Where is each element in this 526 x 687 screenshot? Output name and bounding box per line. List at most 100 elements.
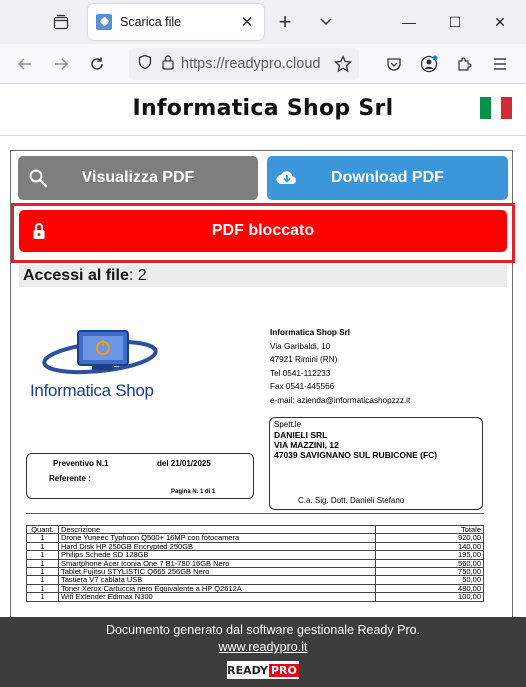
recipient-label: Spett.le: [274, 420, 302, 429]
address-bar[interactable]: https://readypro.cloud: [129, 48, 359, 80]
logo-pro-text: PRO: [268, 663, 299, 677]
footer-text: Documento generato dal software gestiona…: [105, 623, 421, 637]
table-row: 1 Philips Schede SD 128GB 195,00: [26, 550, 484, 560]
cell-description: Tablet Fujitsu STYLISTIC Q665 256GB Nero: [57, 567, 377, 577]
lock-icon[interactable]: [161, 54, 175, 75]
recipient-city: 47039 SAVIGNANO SUL RUBICONE (FC): [274, 450, 438, 460]
file-access-counter: Accessi al file: 2: [19, 265, 507, 287]
cell-total: 920,00: [375, 533, 484, 543]
cell-quantity: 1: [26, 583, 59, 594]
table-row: 1 Smartphone Acer Iconia One 7 B1-780 16G…: [26, 558, 484, 569]
document-info-box: Preventivo N.1 del 21/01/2025 Referente …: [26, 453, 254, 499]
back-arrow-icon[interactable]: [14, 53, 36, 75]
hamburger-menu-icon[interactable]: [489, 53, 511, 75]
page-title: Informatica Shop Srl: [132, 96, 394, 121]
window-maximize-button[interactable]: ☐: [444, 12, 466, 32]
site-header: Informatica Shop Srl: [0, 85, 526, 133]
cell-quantity: 1: [26, 567, 59, 577]
cell-total: 480,00: [375, 583, 484, 594]
tracking-shield-icon[interactable]: [137, 54, 153, 75]
cell-quantity: 1: [26, 541, 59, 552]
tab-list-chevron-icon[interactable]: [316, 12, 336, 32]
view-pdf-label: Visualizza PDF: [81, 169, 195, 186]
table-row: 1 Wifi Extender Edimax N300 100,00: [26, 592, 484, 602]
new-tab-button[interactable]: +: [274, 9, 296, 34]
padlock-icon: [27, 219, 51, 243]
cell-total: 560,00: [375, 558, 484, 569]
table-row: 1 Hard Disk HP 250GB Encrypted 250GB 140,0…: [26, 541, 484, 552]
access-separator: :: [128, 267, 138, 284]
pdf-preview: Informatica Shop Informatica Shop Srl Vi…: [12, 295, 512, 625]
logo-ready-text: READY: [227, 663, 268, 677]
access-label: Accessi al file: [23, 267, 129, 284]
cloud-download-icon: [275, 166, 299, 190]
extensions-puzzle-icon[interactable]: [453, 53, 475, 75]
cell-quantity: 1: [26, 550, 59, 560]
account-icon[interactable]: [418, 53, 440, 75]
window-close-button[interactable]: ✕: [489, 12, 511, 32]
cell-description: Toner Xerox Cartuccia nero Equivalente a…: [57, 583, 377, 594]
cell-description: Drone Yuneec Typhoon Q500+ 16MP con foto…: [57, 533, 377, 543]
table-row: 1 Drone Yuneec Typhoon Q500+ 16MP con fot…: [26, 533, 484, 543]
page-footer: Documento generato dal software gestiona…: [0, 617, 526, 687]
window-minimize-button[interactable]: —: [398, 12, 420, 32]
company-city: 47921 Rimini (RN): [270, 355, 338, 365]
cell-total: 195,00: [375, 550, 484, 560]
company-fax: Fax 0541-445566: [270, 382, 335, 392]
column-header-total: Totale: [375, 524, 484, 535]
tab-title: Scarica file: [120, 15, 182, 29]
cell-total: 50,00: [375, 575, 484, 585]
cell-description: Wifi Extender Edimax N300: [57, 592, 377, 602]
cell-total: 140,00: [375, 541, 484, 552]
column-header-description: Descrizione: [57, 524, 377, 535]
table-row: 1 Toner Xerox Cartuccia nero Equivalente …: [26, 583, 484, 594]
company-address: Via Garibaldi, 10: [270, 341, 331, 351]
table-row: 1 Tablet Fujitsu STYLISTIC Q665 256GB Ner…: [26, 567, 484, 577]
cell-quantity: 1: [26, 592, 59, 602]
document-page-number: Pagina N. 1 di 1: [171, 489, 216, 495]
reload-icon[interactable]: [86, 53, 108, 75]
view-pdf-button[interactable]: Visualizza PDF: [18, 156, 258, 200]
site-favicon-icon: [96, 14, 112, 30]
web-page: Informatica Shop Srl Visualizza PDF Down…: [0, 85, 526, 687]
document-date: del 21/01/2025: [157, 459, 211, 468]
table-row: 1 Tastiera V7 cablata USB 50,00: [26, 575, 484, 585]
browser-tab-active[interactable]: Scarica file ✕: [88, 4, 264, 40]
italian-flag-icon[interactable]: [480, 97, 513, 119]
download-pdf-label: Download PDF: [331, 169, 444, 186]
cell-total: 100,00: [375, 592, 484, 602]
cell-total: 750,00: [375, 567, 484, 577]
cell-quantity: 1: [26, 533, 59, 543]
readypro-logo[interactable]: READY PRO: [227, 661, 299, 679]
pocket-icon[interactable]: [383, 53, 405, 75]
forward-arrow-icon[interactable]: [50, 53, 72, 75]
recipient-street: VIA MAZZINI, 12: [274, 440, 339, 450]
pdf-divider: [26, 513, 484, 514]
browser-tabstrip: Scarica file ✕ + — ☐ ✕: [0, 0, 526, 44]
table-header-row: Quant. Descrizione Totale: [26, 524, 484, 535]
items-table: Quant. Descrizione Totale 1 Drone Yuneec …: [26, 524, 484, 602]
header-divider: [0, 135, 526, 136]
company-tel: Tel 0541-112233: [270, 368, 331, 378]
company-info: Informatica Shop Srl Via Garibaldi, 10 4…: [270, 326, 410, 408]
column-header-quantity: Quant.: [26, 524, 59, 535]
cell-quantity: 1: [26, 558, 59, 569]
pdf-locked-label: PDF bloccato: [211, 222, 315, 239]
company-email: e-mail: azienda@informaticashopzzz.it: [270, 395, 411, 405]
cell-quantity: 1: [26, 575, 59, 585]
recipient-attention: C.a. Sig. Dott. Danieli Stefano: [298, 496, 405, 505]
cell-description: Tastiera V7 cablata USB: [57, 575, 377, 585]
company-name: Informatica Shop Srl: [270, 328, 351, 337]
download-pdf-button[interactable]: Download PDF: [267, 156, 508, 200]
tab-close-icon[interactable]: ✕: [238, 13, 256, 31]
browser-navbar: https://readypro.cloud: [0, 44, 526, 84]
recipient-box: Spett.le DANIELI SRL VIA MAZZINI, 12 470…: [269, 417, 483, 510]
tab-overview-icon[interactable]: [47, 8, 75, 36]
logo-text: Informatica Shop: [30, 381, 154, 400]
cell-description: Hard Disk HP 250GB Encrypted 250GB: [57, 541, 377, 552]
document-type-number: Preventivo N.1: [53, 459, 109, 468]
readypro-link[interactable]: www.readypro.it: [0, 640, 526, 654]
bookmark-star-icon[interactable]: [332, 53, 354, 75]
cell-description: Smartphone Acer Iconia One 7 B1-780 16GB…: [57, 558, 377, 569]
pdf-locked-button[interactable]: PDF bloccato: [19, 210, 507, 252]
